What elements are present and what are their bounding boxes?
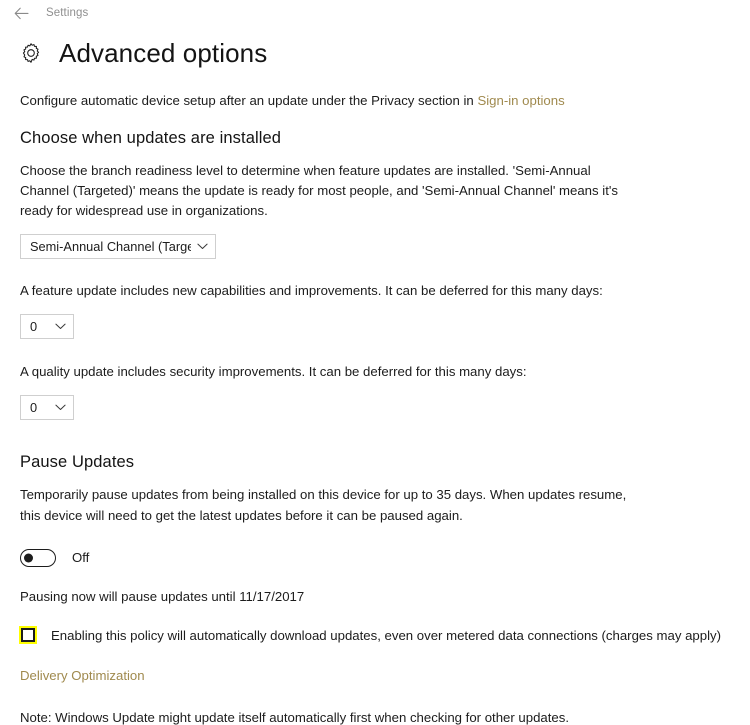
- gear-icon: [18, 40, 44, 66]
- feature-defer-days-value: 0: [30, 319, 38, 335]
- metered-policy-label: Enabling this policy will automatically …: [51, 627, 721, 643]
- pause-updates-description: Temporarily pause updates from being ins…: [20, 487, 627, 523]
- metered-policy-row: Enabling this policy will automatically …: [19, 625, 750, 645]
- quality-defer-days-value: 0: [30, 400, 38, 416]
- page-title: Advanced options: [59, 38, 268, 68]
- branch-readiness-value: Semi-Annual Channel (Targeted): [30, 239, 191, 255]
- toggle-knob: [24, 553, 33, 563]
- chevron-down-icon: [55, 404, 66, 411]
- settings-page: Advanced options Configure automatic dev…: [0, 40, 750, 725]
- page-header: Advanced options: [18, 40, 750, 66]
- intro-text-body: Configure automatic device setup after a…: [20, 93, 478, 108]
- pause-updates-toggle-state: Off: [72, 550, 90, 566]
- pause-updates-toggle-row: Off: [20, 548, 750, 567]
- chevron-down-icon: [197, 243, 208, 250]
- section-heading-pause-updates: Pause Updates: [20, 453, 135, 472]
- pause-updates-toggle[interactable]: [20, 548, 56, 567]
- pause-until-text: Pausing now will pause updates until 11/…: [20, 588, 305, 604]
- back-button[interactable]: [10, 2, 32, 24]
- titlebar: Settings: [0, 0, 750, 26]
- chevron-down-icon: [55, 323, 66, 330]
- quality-defer-days-dropdown[interactable]: 0: [20, 395, 74, 421]
- intro-text: Configure automatic device setup after a…: [20, 91, 680, 110]
- sign-in-options-link[interactable]: Sign-in options: [477, 93, 564, 108]
- back-arrow-icon: [14, 7, 29, 20]
- section-heading-choose-when: Choose when updates are installed: [20, 129, 282, 148]
- titlebar-label: Settings: [46, 7, 89, 19]
- branch-readiness-dropdown[interactable]: Semi-Annual Channel (Targeted): [20, 234, 216, 260]
- quality-defer-description: A quality update includes security impro…: [20, 364, 527, 380]
- metered-policy-checkbox[interactable]: [21, 627, 35, 642]
- delivery-optimization-link[interactable]: Delivery Optimization: [20, 668, 145, 683]
- feature-defer-days-dropdown[interactable]: 0: [20, 314, 74, 340]
- footer-note: Note: Windows Update might update itself…: [20, 710, 570, 725]
- feature-defer-description: A feature update includes new capabiliti…: [20, 283, 603, 299]
- choose-when-description: Choose the branch readiness level to det…: [20, 163, 618, 219]
